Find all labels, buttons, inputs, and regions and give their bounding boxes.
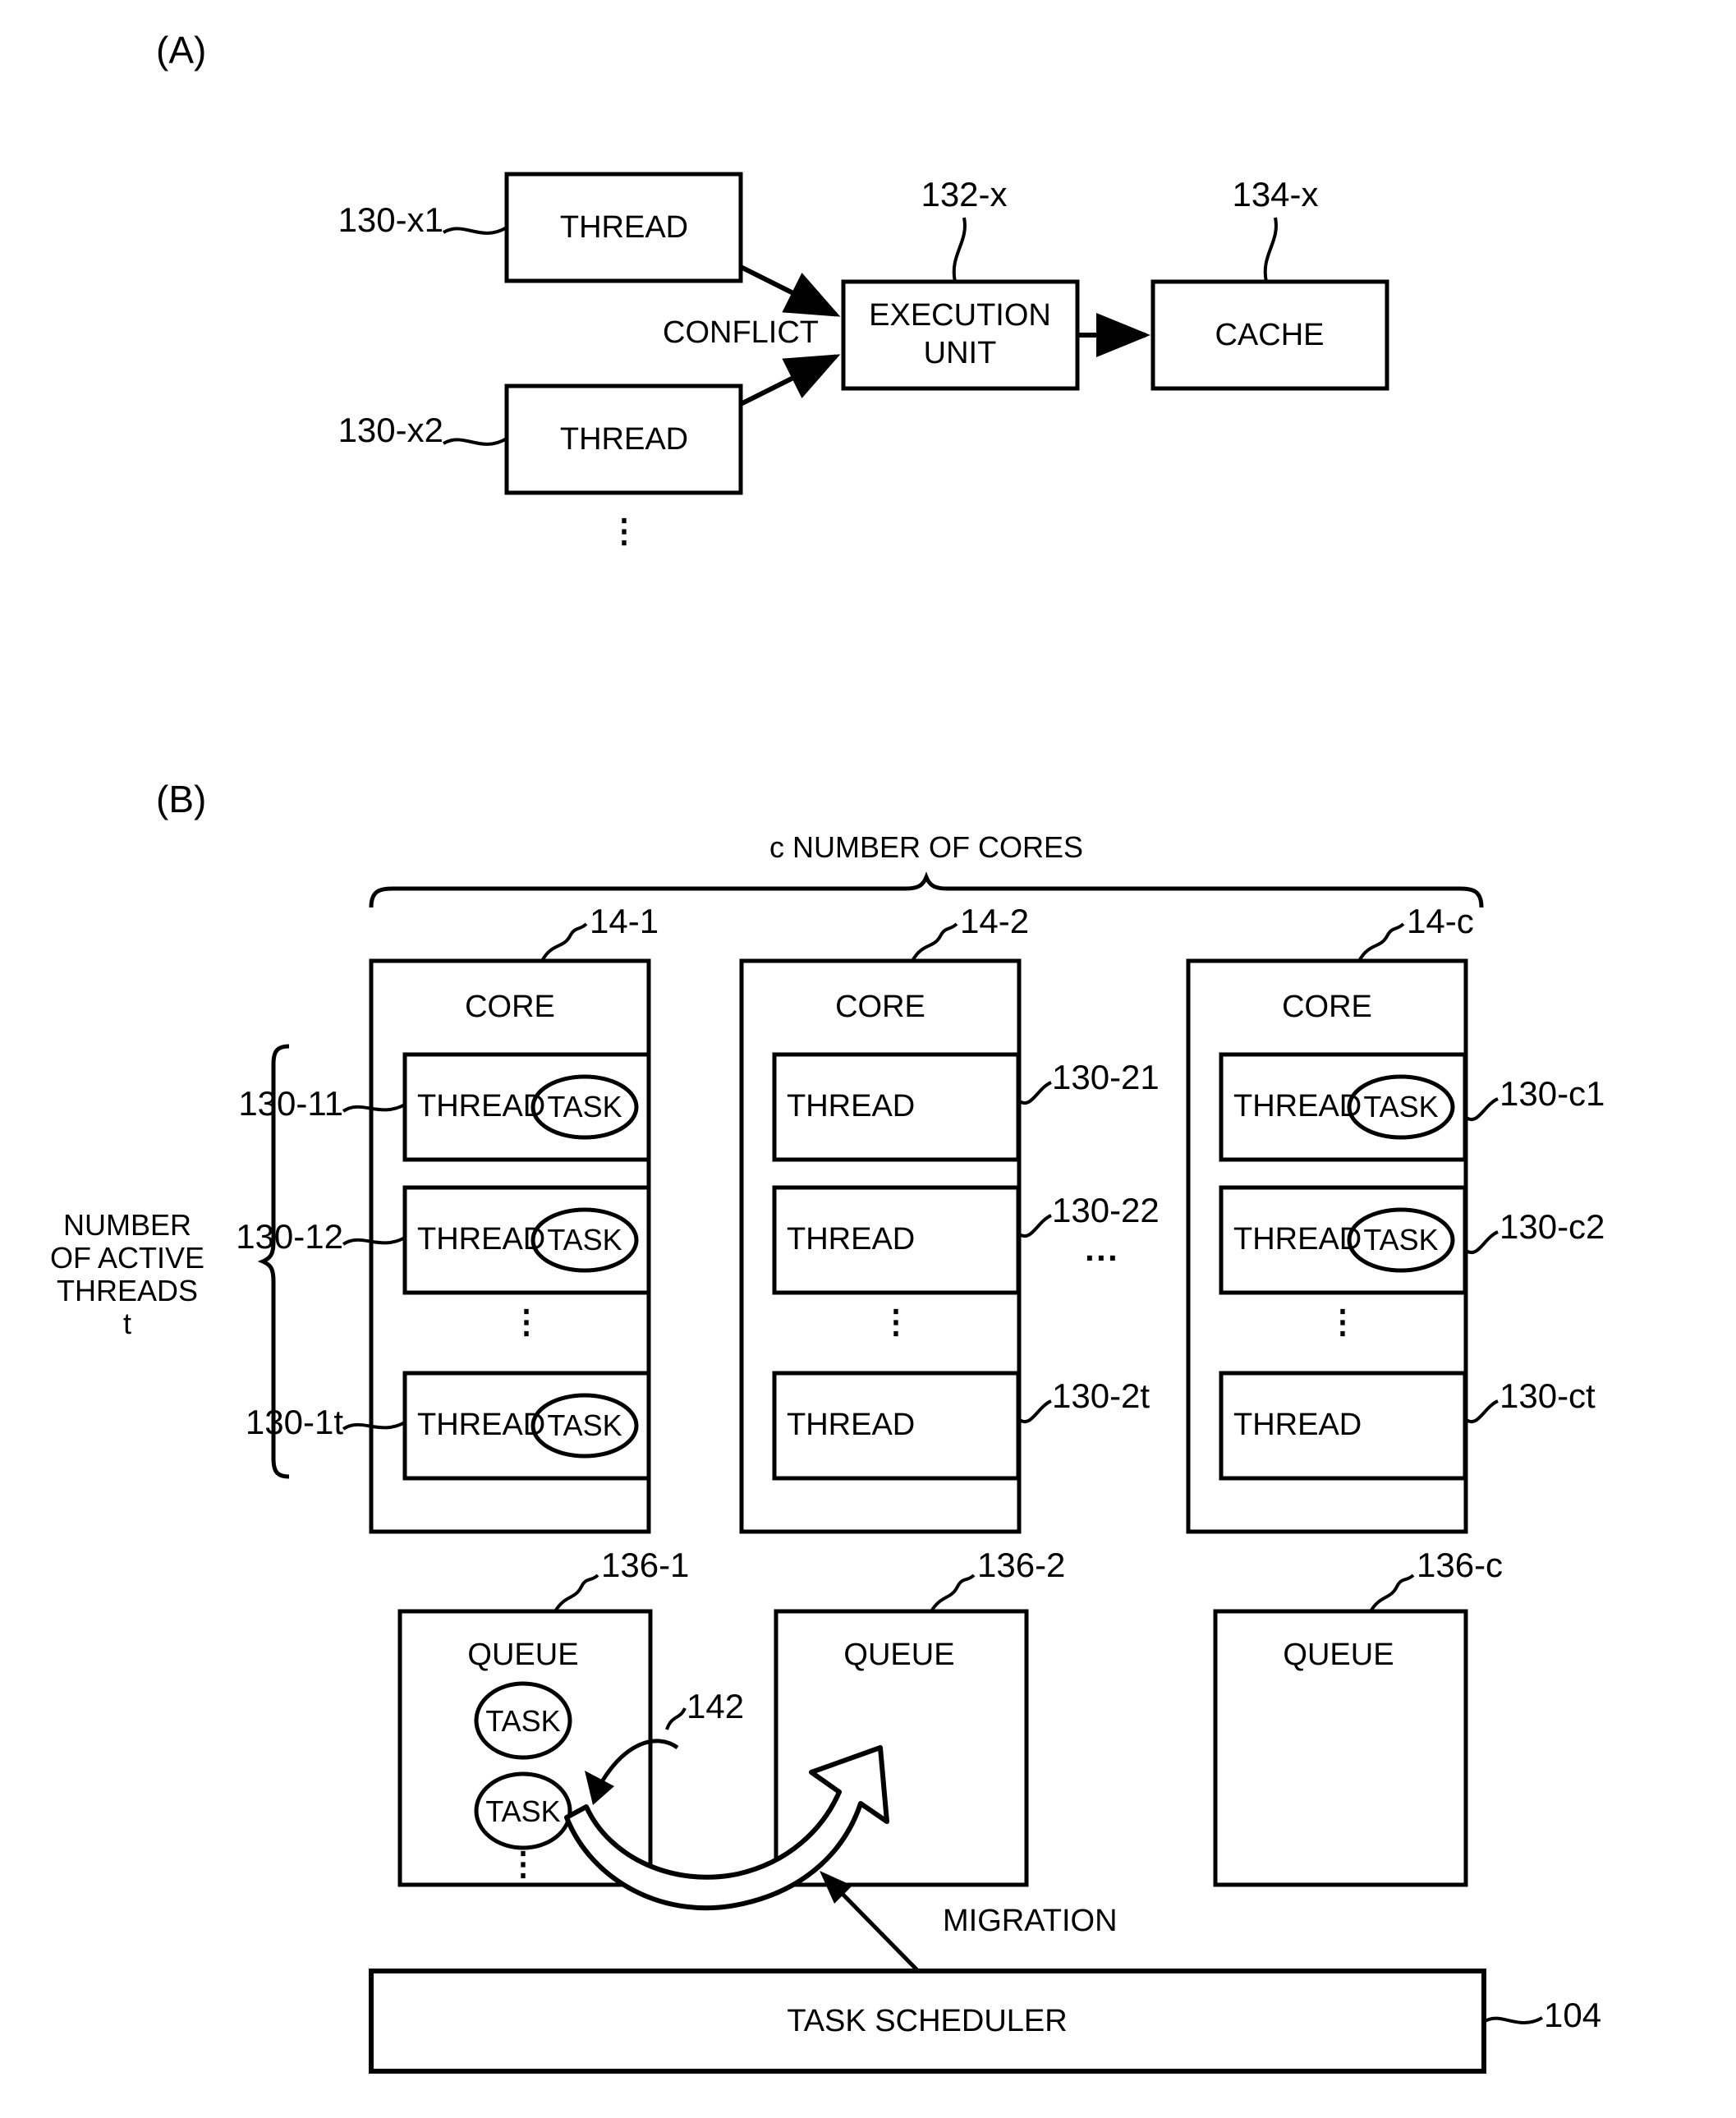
patent-figure: (A) 130-x1 THREAD 130-x2 THREAD CONFLICT…: [0, 0, 1736, 2118]
ref-134-x-label: 134-x: [1232, 175, 1319, 214]
core-2-thread-2-label: THREAD: [787, 1222, 916, 1257]
cores-brace: [369, 871, 1484, 908]
ref-14-c-label: 14-c: [1407, 902, 1474, 940]
ref-130-22-label: 130-22: [1052, 1191, 1160, 1229]
panel-a-thread-top-label: THREAD: [559, 210, 689, 245]
core-c-thread-2-task-label: TASK: [1363, 1223, 1439, 1257]
cores-brace-label: c NUMBER OF CORES: [769, 830, 1084, 864]
active-threads-label-line4: t: [122, 1307, 132, 1340]
core-1-thread-1-label: THREAD: [417, 1089, 546, 1123]
leader-14-1: [540, 922, 588, 963]
active-threads-label-line1: NUMBER: [62, 1208, 192, 1242]
ref-136-2-label: 136-2: [977, 1546, 1066, 1584]
core-1-thread-2-task-label: TASK: [547, 1223, 622, 1257]
core-2-thread-1-label: THREAD: [787, 1089, 916, 1123]
leader-14-2: [911, 922, 958, 963]
panel-a-vertical-ellipsis: ⋮: [608, 513, 641, 549]
leader-130-c1: [1463, 1097, 1499, 1121]
core-1-thread-3-task-label: TASK: [547, 1408, 622, 1442]
ref-14-2-label: 14-2: [960, 902, 1030, 940]
active-threads-label-line2: OF ACTIVE: [49, 1241, 205, 1275]
leader-142: [665, 1707, 687, 1730]
leader-130-ct: [1463, 1399, 1499, 1423]
ref-130-2t-label: 130-2t: [1052, 1376, 1150, 1415]
ref-136-c-label: 136-c: [1417, 1546, 1504, 1584]
leader-130-22: [1017, 1214, 1052, 1238]
panel-a-exec-unit-label-line2: UNIT: [923, 336, 997, 370]
ref-130-x2-label: 130-x2: [338, 411, 443, 449]
panel-a-exec-unit-label-line1: EXECUTION: [869, 298, 1051, 333]
cores-horizontal-ellipsis: ···: [1085, 1238, 1119, 1277]
core-c-thread-2-label: THREAD: [1233, 1222, 1362, 1257]
core-c-thread-1-label: THREAD: [1233, 1089, 1362, 1123]
leader-130-21: [1017, 1081, 1052, 1105]
core-2-vertical-ellipsis: ⋮: [879, 1304, 912, 1340]
leader-132-x: [952, 217, 967, 283]
ref-142-label: 142: [687, 1687, 745, 1725]
leader-136-2: [930, 1574, 976, 1613]
ref-130-c1-label: 130-c1: [1499, 1074, 1605, 1113]
core-2-label: CORE: [835, 990, 925, 1024]
leader-136-1: [553, 1574, 599, 1613]
conflict-label: CONFLICT: [663, 315, 819, 350]
migration-label: MIGRATION: [943, 1904, 1118, 1938]
leader-136-c: [1369, 1574, 1415, 1613]
panel-a-letter: (A): [156, 29, 207, 71]
ref-130-12-label: 130-12: [236, 1217, 343, 1256]
core-1-label: CORE: [465, 990, 555, 1024]
ref-130-x1-label: 130-x1: [338, 200, 443, 239]
queue-1-label: QUEUE: [467, 1638, 579, 1672]
ref-104-label: 104: [1544, 1996, 1602, 2034]
ref-130-11-label: 130-11: [238, 1084, 343, 1123]
queue-c-label: QUEUE: [1283, 1638, 1394, 1672]
ref-14-1-label: 14-1: [590, 902, 659, 940]
core-c-thread-1-task-label: TASK: [1363, 1090, 1439, 1123]
leader-130-x2: [442, 437, 508, 446]
ref-130-1t-label: 130-1t: [245, 1403, 343, 1441]
ref-130-c2-label: 130-c2: [1499, 1207, 1605, 1246]
panel-a-thread-bottom-label: THREAD: [559, 422, 689, 457]
queue-1-task-1-label: TASK: [485, 1704, 561, 1738]
leader-14-c: [1357, 922, 1405, 963]
core-1-thread-3-label: THREAD: [417, 1408, 546, 1442]
panel-b-letter: (B): [156, 778, 207, 820]
ref-130-21-label: 130-21: [1052, 1058, 1160, 1096]
leader-130-x1: [442, 226, 508, 235]
core-c-label: CORE: [1282, 990, 1372, 1024]
ref-136-1-label: 136-1: [601, 1546, 690, 1584]
leader-104: [1482, 2016, 1543, 2024]
ref-132-x-label: 132-x: [921, 175, 1008, 214]
core-1-vertical-ellipsis: ⋮: [510, 1304, 543, 1340]
ref-130-ct-label: 130-ct: [1499, 1376, 1596, 1415]
leader-134-x: [1263, 217, 1278, 283]
core-1-thread-2-label: THREAD: [417, 1222, 546, 1257]
leader-130-c2: [1463, 1230, 1499, 1254]
core-c-thread-3-label: THREAD: [1233, 1408, 1362, 1442]
figure-vector-layer: [257, 172, 1543, 2074]
task-scheduler-label: TASK SCHEDULER: [787, 2004, 1068, 2038]
core-c-vertical-ellipsis: ⋮: [1326, 1304, 1359, 1340]
queue-2-label: QUEUE: [843, 1638, 955, 1672]
queue-1-vertical-ellipsis: ⋮: [507, 1846, 540, 1882]
arrow-thread-top-to-exec: [739, 264, 841, 317]
core-2-thread-3-label: THREAD: [787, 1408, 916, 1442]
core-1-thread-1-task-label: TASK: [547, 1090, 622, 1123]
leader-130-2t: [1017, 1399, 1052, 1423]
arrow-thread-bottom-to-exec: [739, 354, 841, 407]
active-threads-label-line3: THREADS: [56, 1274, 199, 1307]
queue-1-task-2-label: TASK: [485, 1794, 561, 1828]
panel-a-cache-label: CACHE: [1215, 318, 1325, 352]
